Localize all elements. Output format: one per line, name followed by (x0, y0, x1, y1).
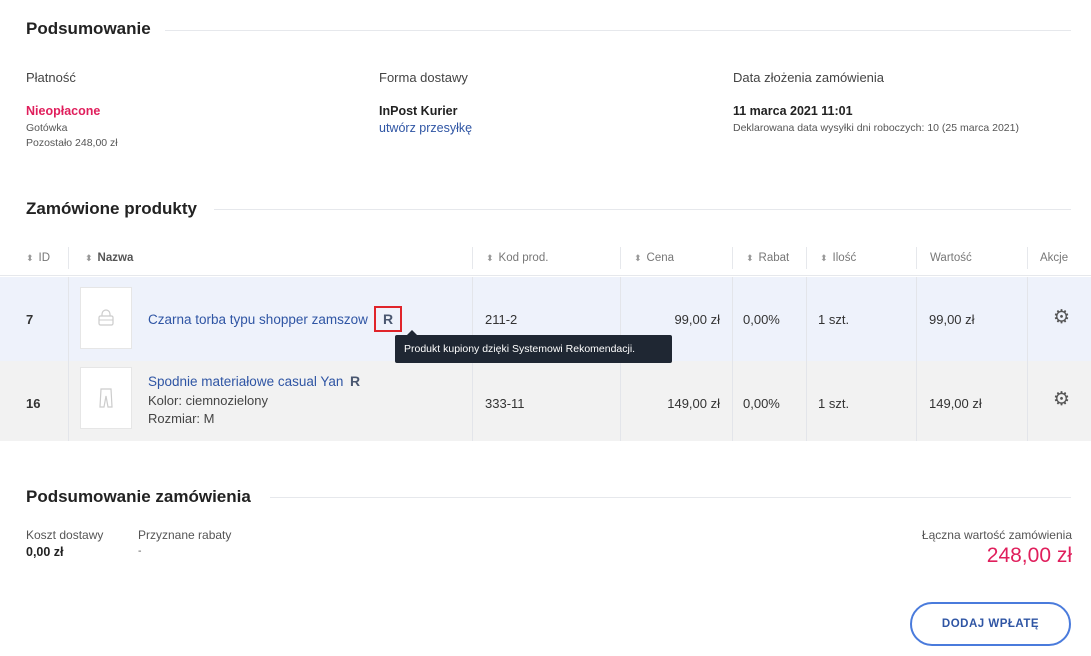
column-qty[interactable]: ⬍ Ilość (820, 240, 856, 276)
divider (1027, 247, 1028, 269)
column-name[interactable]: ⬍ Nazwa (85, 240, 133, 276)
total-value: 248,00 zł (986, 544, 1072, 567)
discounts-value: - (138, 545, 142, 557)
gear-icon[interactable]: ⚙ (1053, 388, 1070, 411)
divider (806, 247, 807, 269)
recommendation-tooltip: Produkt kupiony dzięki Systemowi Rekomen… (395, 330, 672, 363)
discounts-label: Przyznane rabaty (138, 528, 232, 542)
product-code: 333-11 (485, 396, 525, 411)
create-shipment-link[interactable]: utwórz przesyłkę (379, 121, 472, 135)
recommendation-badge[interactable]: R (350, 373, 360, 389)
column-discount-label: Rabat (758, 252, 790, 264)
divider (806, 277, 807, 361)
divider (732, 361, 733, 441)
divider (472, 361, 473, 441)
divider (472, 247, 473, 269)
row-id: 16 (26, 396, 41, 411)
divider (165, 30, 1071, 31)
trousers-icon (99, 388, 113, 408)
row-id: 7 (26, 312, 34, 327)
product-price: 99,00 zł (674, 312, 720, 327)
total-label: Łączna wartość zamówienia (921, 528, 1072, 542)
divider (620, 247, 621, 269)
column-discount[interactable]: ⬍ Rabat (746, 240, 789, 276)
column-id-label: ID (38, 252, 51, 264)
delivery-label: Forma dostawy (379, 70, 468, 85)
product-discount: 0,00% (743, 312, 780, 327)
column-value: Wartość (930, 240, 972, 276)
sort-icon: ⬍ (746, 253, 754, 263)
order-date-value: 11 marca 2021 11:01 (733, 104, 853, 118)
sort-icon: ⬍ (820, 253, 828, 263)
payment-status: Nieopłacone (26, 104, 101, 118)
shipping-cost-label: Koszt dostawy (26, 528, 104, 542)
product-value: 99,00 zł (929, 312, 975, 327)
table-row: 16 Spodnie materiałowe casual Yan R Kolo… (0, 361, 1091, 441)
column-price-label: Cena (646, 252, 675, 264)
column-code-label: Kod prod. (498, 252, 549, 264)
product-name-link[interactable]: Czarna torba typu shopper zamszow (148, 312, 368, 327)
divider (620, 361, 621, 441)
divider (916, 277, 917, 361)
payment-remaining: Pozostało 248,00 zł (26, 137, 118, 149)
delivery-carrier: InPost Kurier (379, 104, 458, 118)
product-price: 149,00 zł (667, 396, 720, 411)
column-id[interactable]: ⬍ ID (26, 240, 50, 276)
column-code[interactable]: ⬍ Kod prod. (486, 240, 548, 276)
divider (916, 361, 917, 441)
product-value: 149,00 zł (929, 396, 982, 411)
product-name-link[interactable]: Spodnie materiałowe casual Yan (148, 374, 343, 389)
product-thumbnail[interactable] (80, 287, 132, 349)
gear-icon[interactable]: ⚙ (1053, 306, 1070, 329)
payment-label: Płatność (26, 70, 76, 85)
divider (270, 497, 1071, 498)
product-code: 211-2 (485, 312, 518, 327)
payment-method: Gotówka (26, 122, 68, 134)
divider (68, 277, 69, 361)
recommendation-badge[interactable]: R (374, 306, 402, 332)
shipping-cost-value: 0,00 zł (26, 545, 64, 559)
bag-icon (98, 309, 114, 326)
table-header: ⬍ ID ⬍ Nazwa ⬍ Kod prod. ⬍ Cena ⬍ Rabat ⬍ Iloś… (0, 240, 1091, 276)
divider (214, 209, 1071, 210)
product-qty: 1 szt. (818, 396, 850, 411)
divider (916, 247, 917, 269)
divider (1027, 361, 1028, 441)
product-discount: 0,00% (743, 396, 780, 411)
sort-icon: ⬍ (486, 253, 494, 263)
product-size: Rozmiar: M (148, 411, 215, 426)
summary-title: Podsumowanie (26, 19, 151, 38)
order-date-label: Data złożenia zamówienia (733, 70, 885, 85)
add-payment-button[interactable]: DODAJ WPŁATĘ (910, 602, 1071, 646)
product-name: Spodnie materiałowe casual Yan R (148, 373, 360, 389)
product-color: Kolor: ciemnozielony (148, 393, 268, 408)
recommendation-badge-label: R (382, 311, 394, 327)
column-value-label: Wartość (930, 252, 972, 264)
order-summary-title: Podsumowanie zamówienia (26, 487, 251, 506)
divider (1027, 277, 1028, 361)
column-actions-label: Akcje (1040, 252, 1069, 264)
column-name-label: Nazwa (97, 252, 134, 264)
product-thumbnail[interactable] (80, 367, 132, 429)
column-qty-label: Ilość (832, 252, 857, 264)
divider (68, 247, 69, 269)
divider (732, 247, 733, 269)
sort-icon: ⬍ (26, 253, 34, 263)
products-title: Zamówione produkty (26, 199, 197, 218)
sort-icon: ⬍ (634, 253, 642, 263)
declared-ship-date: Deklarowana data wysyłki dni roboczych: … (733, 122, 1019, 134)
sort-icon: ⬍ (85, 253, 93, 263)
divider (806, 361, 807, 441)
divider (732, 277, 733, 361)
product-qty: 1 szt. (818, 312, 850, 327)
column-actions: Akcje (1040, 240, 1068, 276)
divider (68, 361, 69, 441)
column-price[interactable]: ⬍ Cena (634, 240, 674, 276)
